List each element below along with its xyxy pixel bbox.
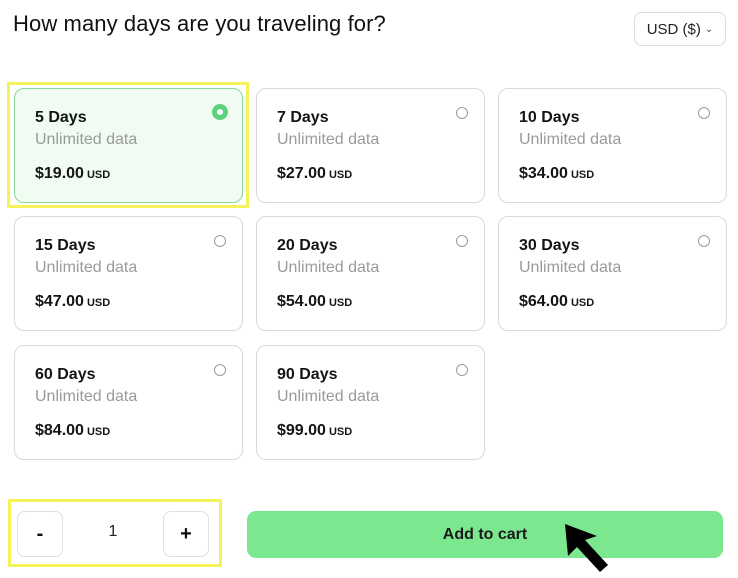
plan-price: $84.00 USD xyxy=(35,422,111,439)
plan-data: Unlimited data xyxy=(35,131,138,148)
chevron-down-icon: ⌄ xyxy=(704,24,714,35)
plan-days: 10 Days xyxy=(519,109,580,126)
plan-data: Unlimited data xyxy=(519,259,622,276)
plan-price: $19.00 USD xyxy=(35,165,111,182)
radio-icon[interactable] xyxy=(698,107,710,119)
plan-price: $34.00 USD xyxy=(519,165,595,182)
mouse-pointer-icon xyxy=(565,524,608,572)
plan-price: $54.00 USD xyxy=(277,293,353,310)
plan-price: $99.00 USD xyxy=(277,422,353,439)
radio-icon[interactable] xyxy=(214,235,226,247)
plan-price: $47.00 USD xyxy=(35,293,111,310)
quantity-increment-button[interactable]: + xyxy=(163,511,209,557)
add-to-cart-button[interactable]: Add to cart xyxy=(247,511,723,558)
quantity-value[interactable]: 1 xyxy=(100,523,126,541)
radio-icon[interactable] xyxy=(698,235,710,247)
quantity-decrement-button[interactable]: - xyxy=(17,511,63,557)
radio-icon[interactable] xyxy=(214,364,226,376)
plan-price: $64.00 USD xyxy=(519,293,595,310)
plan-days: 30 Days xyxy=(519,237,580,254)
plan-data: Unlimited data xyxy=(277,259,380,276)
page-title: How many days are you traveling for? xyxy=(13,11,386,36)
plan-card-7-days[interactable]: 7 Days Unlimited data $27.00 USD xyxy=(256,88,485,203)
plan-card-5-days[interactable]: 5 Days Unlimited data $19.00 USD xyxy=(14,88,243,203)
plan-days: 90 Days xyxy=(277,366,338,383)
plan-data: Unlimited data xyxy=(277,388,380,405)
plan-data: Unlimited data xyxy=(35,388,138,405)
plan-card-60-days[interactable]: 60 Days Unlimited data $84.00 USD xyxy=(14,345,243,460)
plan-card-10-days[interactable]: 10 Days Unlimited data $34.00 USD xyxy=(498,88,727,203)
plan-days: 5 Days xyxy=(35,109,87,126)
plan-card-90-days[interactable]: 90 Days Unlimited data $99.00 USD xyxy=(256,345,485,460)
plan-data: Unlimited data xyxy=(277,131,380,148)
plan-card-30-days[interactable]: 30 Days Unlimited data $64.00 USD xyxy=(498,216,727,331)
currency-label: USD ($) xyxy=(646,20,701,38)
radio-selected-icon[interactable] xyxy=(212,104,228,120)
plan-data: Unlimited data xyxy=(519,131,622,148)
plan-data: Unlimited data xyxy=(35,259,138,276)
radio-icon[interactable] xyxy=(456,107,468,119)
currency-dropdown[interactable]: USD ($) ⌄ xyxy=(634,12,726,46)
plan-days: 7 Days xyxy=(277,109,329,126)
plan-days: 60 Days xyxy=(35,366,96,383)
plan-price: $27.00 USD xyxy=(277,165,353,182)
plan-card-20-days[interactable]: 20 Days Unlimited data $54.00 USD xyxy=(256,216,485,331)
plan-card-15-days[interactable]: 15 Days Unlimited data $47.00 USD xyxy=(14,216,243,331)
plan-days: 15 Days xyxy=(35,237,96,254)
plan-days: 20 Days xyxy=(277,237,338,254)
radio-icon[interactable] xyxy=(456,235,468,247)
radio-icon[interactable] xyxy=(456,364,468,376)
